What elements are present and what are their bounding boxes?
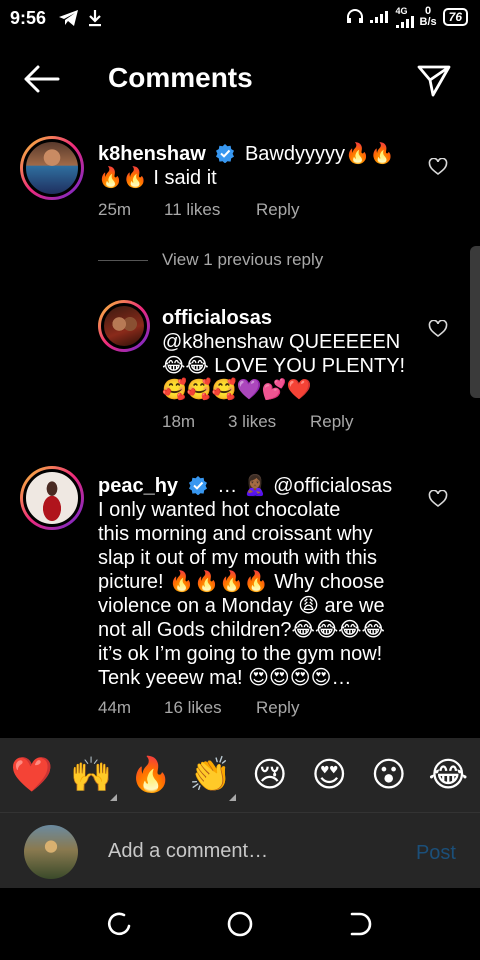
comment-line: 🔥🔥 I said it	[98, 167, 217, 189]
add-comment-row: Add a comment… Post	[0, 812, 480, 888]
emoji-laughing[interactable]: 😂	[424, 755, 472, 795]
network-4g-signal: 4G	[395, 5, 414, 28]
home-button[interactable]	[226, 910, 254, 938]
recent-apps-button[interactable]	[106, 910, 134, 938]
comment-username[interactable]: k8henshaw	[98, 143, 206, 165]
avatar[interactable]	[20, 136, 84, 200]
view-previous-label: View 1 previous reply	[162, 250, 324, 269]
avatar[interactable]	[20, 466, 84, 530]
heart-outline-icon	[428, 157, 448, 176]
data-speed: 0 B/s	[420, 6, 437, 28]
current-user-avatar	[24, 825, 78, 879]
like-button[interactable]	[428, 489, 448, 510]
verified-badge-icon	[188, 475, 208, 496]
comment-line: it’s ok I’m going to the gym now!	[98, 643, 383, 665]
reply-button[interactable]: Reply	[256, 698, 299, 718]
download-icon	[88, 9, 102, 27]
back-nav-button[interactable]	[346, 910, 374, 938]
comment-username[interactable]: officialosas	[162, 307, 272, 329]
comment-time: 25m	[98, 200, 132, 219]
comment-line: 😂😂 LOVE YOU PLENTY!	[162, 355, 406, 377]
skin-tone-indicator	[229, 794, 237, 801]
comment-likes[interactable]: 11 likes	[164, 200, 256, 220]
comment-peac-hy: peac_hy … 🙎🏾‍♀️ @officialosas I only wan…	[0, 466, 480, 726]
scrollbar[interactable]	[470, 246, 480, 398]
emoji-heart[interactable]: ❤️	[8, 755, 56, 795]
avatar-image	[23, 139, 81, 197]
page-title: Comments	[108, 62, 253, 93]
comment-text: k8henshaw Bawdyyyyy🔥🔥 🔥🔥 I said it	[98, 142, 418, 190]
reply-button[interactable]: Reply	[256, 200, 299, 220]
comment-likes[interactable]: 16 likes	[164, 698, 256, 718]
status-time: 9:56	[10, 7, 47, 28]
data-speed-unit: B/s	[419, 16, 437, 28]
comment-k8henshaw: k8henshaw Bawdyyyyy🔥🔥 🔥🔥 I said it 25m 1…	[0, 136, 480, 236]
divider	[98, 259, 148, 261]
comment-line: @k8henshaw QUEEEEEN	[162, 331, 401, 353]
comment-mention[interactable]: … 🙎🏾‍♀️ @officialosas	[217, 475, 392, 497]
comment-line: Tenk yeeew ma! 😍😍😍😍…	[98, 667, 352, 689]
recent-apps-icon	[107, 912, 131, 936]
post-button[interactable]: Post	[416, 842, 456, 865]
arrow-left-icon	[24, 65, 60, 93]
battery-indicator: 76	[442, 8, 468, 26]
share-button[interactable]	[416, 62, 452, 98]
comment-line: this morning and croissant why	[98, 523, 373, 545]
emoji-glyph: 🙌	[70, 755, 113, 795]
comment-likes[interactable]: 3 likes	[228, 412, 310, 432]
telegram-icon	[58, 9, 80, 27]
emoji-fire[interactable]: 🔥	[127, 755, 175, 795]
emoji-clap[interactable]: 👏	[186, 755, 237, 801]
emoji-glyph: 👏	[189, 755, 232, 795]
emoji-heart-eyes[interactable]: 😍	[305, 755, 353, 795]
emoji-raised-hands[interactable]: 🙌	[67, 755, 118, 801]
comment-text: officialosas @k8henshaw QUEEEEEN 😂😂 LOVE…	[162, 306, 422, 402]
system-nav-bar	[0, 888, 480, 960]
comment-line: slap it out of my mouth with this	[98, 547, 378, 569]
avatar-image	[101, 303, 147, 349]
emoji-surprised[interactable]: 😮	[365, 755, 413, 795]
reply-button[interactable]: Reply	[310, 412, 353, 432]
comment-line: picture! 🔥🔥🔥🔥 Why choose	[98, 571, 385, 593]
heart-outline-icon	[428, 319, 448, 338]
verified-badge-icon	[215, 143, 235, 164]
header: Comments	[0, 50, 480, 110]
comment-line: violence on a Monday 😩 are we	[98, 595, 385, 617]
comment-meta: 44m 16 likes Reply	[98, 698, 299, 718]
signal-icon	[369, 9, 390, 26]
view-previous-replies[interactable]: View 1 previous reply	[98, 250, 323, 270]
heart-outline-icon	[428, 489, 448, 508]
like-button[interactable]	[428, 319, 448, 340]
comment-time: 44m	[98, 698, 132, 717]
status-bar: 9:56 4G 0 B/s 76	[0, 0, 480, 36]
comment-officialosas: officialosas @k8henshaw QUEEEEEN 😂😂 LOVE…	[0, 298, 480, 438]
skin-tone-indicator	[110, 794, 118, 801]
home-circle-icon	[227, 911, 253, 937]
avatar[interactable]	[98, 300, 150, 352]
comment-text: peac_hy … 🙎🏾‍♀️ @officialosas I only wan…	[98, 474, 418, 690]
back-nav-icon	[350, 912, 372, 936]
comment-line: Bawdyyyyy🔥🔥	[244, 143, 395, 165]
comment-line: I only wanted hot chocolate	[98, 499, 341, 521]
emoji-crying[interactable]: 😢	[246, 755, 294, 795]
avatar-image	[23, 469, 81, 527]
paper-plane-icon	[417, 65, 451, 97]
back-button[interactable]	[22, 64, 62, 96]
comment-time: 18m	[162, 412, 196, 431]
comment-username[interactable]: peac_hy	[98, 475, 178, 497]
like-button[interactable]	[428, 157, 448, 178]
comment-meta: 25m 11 likes Reply	[98, 200, 299, 220]
headphones-icon	[346, 8, 364, 27]
comment-line: not all Gods children?😂😂😂😂	[98, 619, 385, 641]
comment-line: 🥰🥰🥰💜💕❤️	[162, 379, 312, 401]
network-label: 4G	[395, 5, 408, 16]
quick-emoji-bar: ❤️ 🙌 🔥 👏 😢 😍 😮 😂	[0, 738, 480, 812]
comment-input[interactable]: Add a comment…	[108, 840, 268, 863]
comment-meta: 18m 3 likes Reply	[162, 412, 353, 432]
